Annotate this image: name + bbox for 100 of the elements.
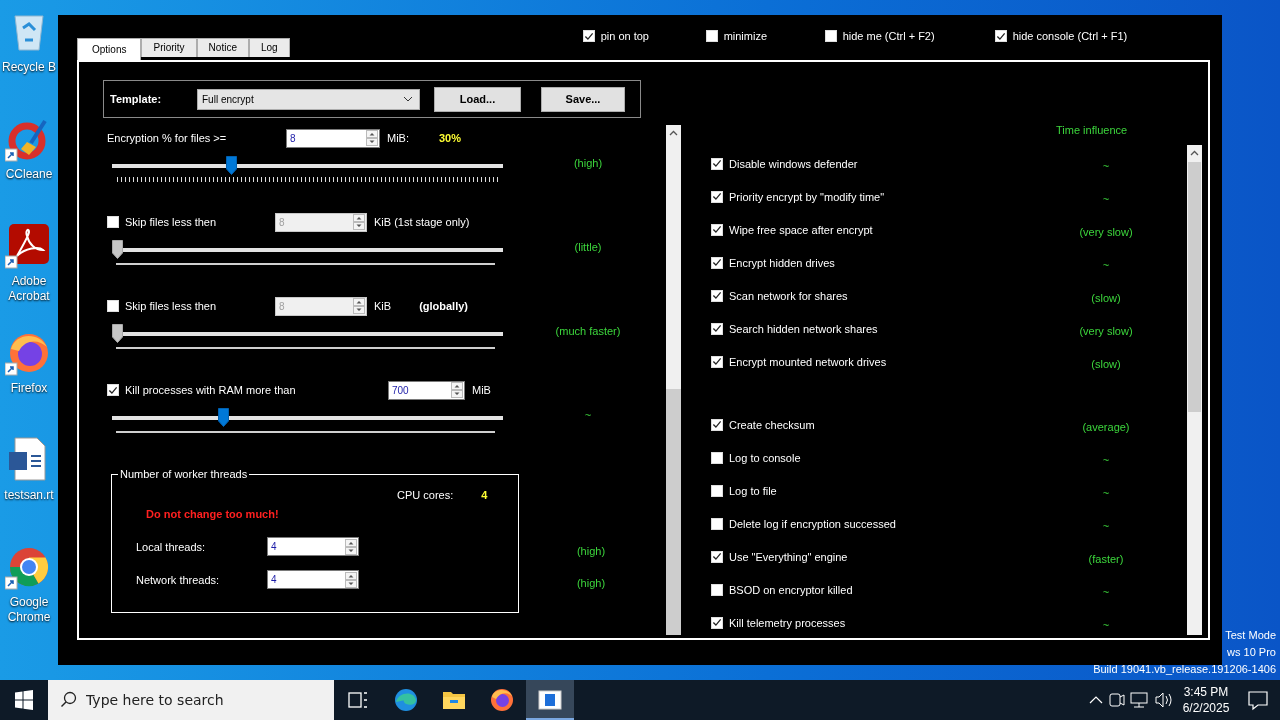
checkbox[interactable]: [711, 616, 723, 629]
checkbox[interactable]: [994, 30, 1007, 42]
checkbox-label: Priority encrypt by "modify time": [729, 190, 886, 203]
slider-thumb[interactable]: [218, 408, 230, 427]
checkbox-label: hide console (Ctrl + F1): [1012, 30, 1128, 42]
template-button[interactable]: Load...: [434, 86, 521, 112]
time-influence: ~: [1101, 192, 1111, 205]
checkbox[interactable]: [107, 216, 119, 228]
column-header: Time influence: [1056, 123, 1129, 137]
time-influence: ~: [1101, 159, 1111, 172]
time-influence: (little): [573, 240, 603, 255]
time-influence: (very slow): [1078, 225, 1134, 238]
checkbox[interactable]: [711, 451, 723, 464]
scrollbar[interactable]: [1187, 145, 1202, 635]
scroll-thumb[interactable]: [1188, 162, 1201, 412]
checkbox-label: Kill telemetry processes: [729, 616, 847, 629]
checkbox-label: Encrypt hidden drives: [729, 256, 836, 269]
group-title: Number of worker threads: [119, 468, 249, 480]
system-text: Build 19041.vb_release.191206-1406: [1093, 662, 1276, 677]
checkbox[interactable]: [824, 30, 837, 42]
checkbox-label: pin on top: [600, 30, 649, 42]
time-influence: (high): [572, 156, 604, 171]
time-influence: (high): [575, 544, 607, 558]
system-text: Test Mode: [1224, 628, 1276, 643]
checkbox-label: Log to file: [729, 484, 778, 497]
checkbox-label: BSOD on encryptor killed: [729, 583, 854, 596]
time-influence: (much faster): [554, 324, 622, 339]
checkbox-label: Create checksum: [729, 418, 816, 431]
time-influence: (slow): [1090, 357, 1122, 370]
template-button[interactable]: Save...: [541, 86, 625, 112]
unit-label: MiB: [472, 384, 491, 396]
checkbox[interactable]: [705, 30, 718, 42]
setting-label: Encryption % for files >=: [107, 132, 228, 144]
taskbar-app[interactable]: [526, 680, 574, 720]
system-text: ws 10 Pro: [1226, 645, 1276, 660]
time-influence: ~: [1101, 618, 1111, 631]
spin-field[interactable]: 4: [267, 570, 359, 589]
setting-label: Skip files less then: [125, 300, 218, 312]
checkbox[interactable]: [711, 256, 723, 269]
tab[interactable]: Notice: [196, 38, 249, 57]
checkbox[interactable]: [711, 157, 723, 170]
search-icon: [60, 691, 78, 709]
checkbox[interactable]: [107, 384, 119, 396]
checkbox[interactable]: [711, 550, 723, 563]
checkbox[interactable]: [711, 517, 723, 530]
spin-field[interactable]: 700: [388, 380, 465, 400]
scroll-thumb[interactable]: [666, 389, 681, 635]
clock[interactable]: 3:45 PM 6/2/2025: [1180, 684, 1232, 716]
checkbox[interactable]: [711, 583, 723, 596]
scrollbar[interactable]: [666, 125, 681, 635]
checkbox[interactable]: [711, 484, 723, 497]
setting-label: Skip files less then: [125, 216, 218, 228]
time-influence: ~: [1101, 519, 1111, 532]
checkbox-label: Disable windows defender: [729, 157, 859, 170]
unit-label: KiB: [374, 300, 392, 312]
template-dropdown[interactable]: Full encrypt: [197, 88, 420, 110]
checkbox-label: Use "Everything" engine: [729, 550, 849, 563]
time-influence: ~: [1101, 585, 1111, 598]
checkbox-label: Wipe free space after encrypt: [729, 223, 874, 236]
field-label: Network threads:: [136, 573, 221, 586]
time-influence: (very slow): [1078, 324, 1134, 337]
checkbox-label: Search hidden network shares: [729, 322, 879, 335]
checkbox[interactable]: [711, 322, 723, 335]
checkbox[interactable]: [711, 223, 723, 236]
setting-label: Kill processes with RAM more than: [125, 384, 297, 396]
checkbox-label: hide me (Ctrl + F2): [842, 30, 935, 42]
checkbox[interactable]: [582, 30, 595, 42]
chevron-down-icon: [403, 96, 413, 102]
time-influence: ~: [1101, 453, 1111, 466]
checkbox[interactable]: [107, 300, 119, 312]
unit-label: MiB:: [387, 132, 409, 144]
spin-field[interactable]: 8: [286, 128, 380, 148]
field-label: Local threads:: [136, 540, 207, 553]
spinner-arrows-icon[interactable]: [366, 130, 378, 146]
warning-text: Do not change too much!: [146, 508, 280, 520]
cpu-label: CPU cores:: [397, 489, 454, 501]
unit-label: KiB (1st stage only): [374, 216, 470, 228]
checkbox-label: Delete log if encryption successed: [729, 517, 897, 530]
checkbox[interactable]: [711, 418, 723, 431]
checkbox[interactable]: [711, 289, 723, 302]
checkbox[interactable]: [711, 355, 723, 368]
tab[interactable]: Log: [248, 38, 290, 57]
checkbox[interactable]: [711, 190, 723, 203]
tab[interactable]: Priority: [141, 38, 197, 57]
time-influence: (faster): [1087, 552, 1125, 565]
spin-field[interactable]: 4: [267, 537, 359, 556]
time-influence: (average): [1081, 420, 1131, 433]
percent-value: 30%: [439, 132, 462, 144]
spinner-arrows-icon[interactable]: [345, 538, 357, 555]
checkbox-label: Encrypt mounted network drives: [729, 355, 888, 368]
checkbox-label: Log to console: [729, 451, 802, 464]
time-influence: ~: [1101, 486, 1111, 499]
spinner-arrows-icon[interactable]: [451, 382, 463, 398]
spinner-arrows-icon[interactable]: [345, 571, 357, 588]
search-field[interactable]: Type here to search: [48, 680, 334, 720]
time-influence: ~: [583, 408, 593, 423]
time-influence: ~: [1101, 258, 1111, 271]
slider-thumb[interactable]: [226, 156, 237, 175]
tab[interactable]: Options: [77, 38, 142, 60]
time-influence: (high): [575, 576, 607, 590]
